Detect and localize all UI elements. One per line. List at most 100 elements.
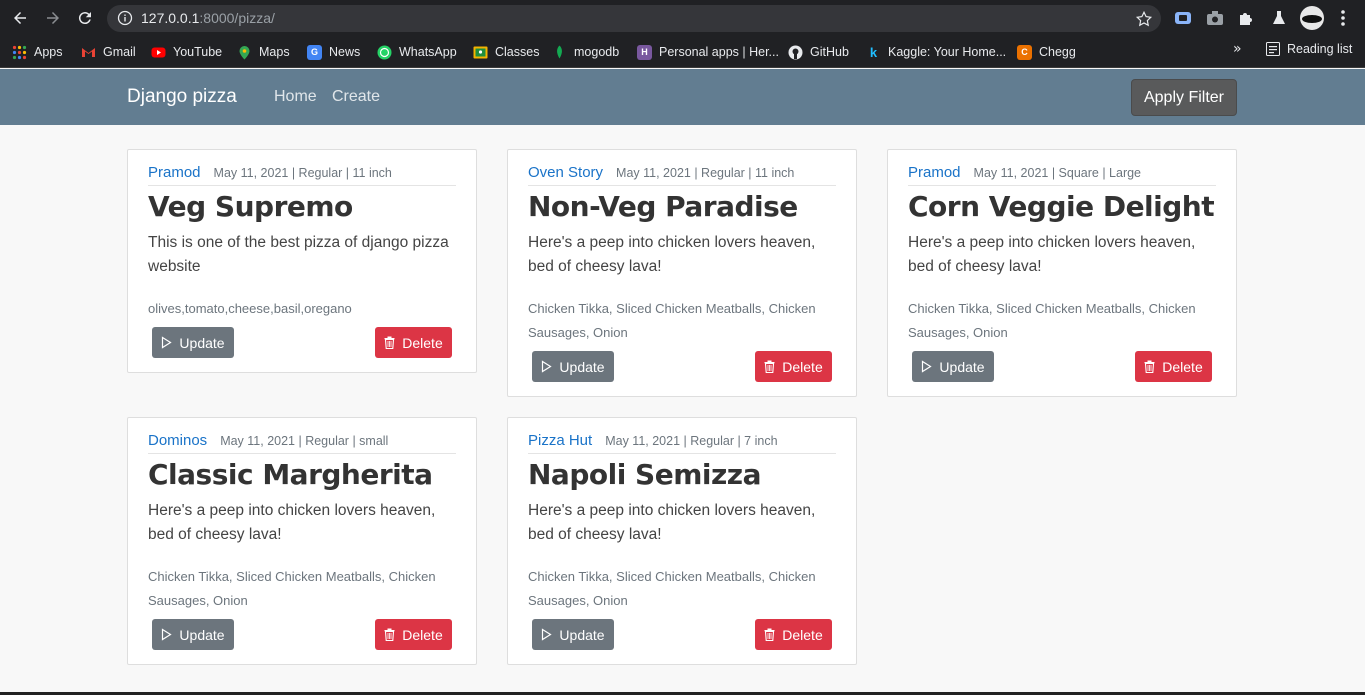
apps-grid-icon <box>12 45 27 59</box>
trash-icon <box>764 360 775 373</box>
bookmark-label: Kaggle: Your Home... <box>888 45 1007 59</box>
nav-link-home[interactable]: Home <box>274 88 317 106</box>
bookmark-chegg[interactable]: C Chegg <box>1017 42 1076 62</box>
screen-capture-extension-icon[interactable] <box>1173 8 1193 28</box>
delete-button[interactable]: Delete <box>755 619 832 650</box>
update-button-label: Update <box>559 626 605 643</box>
bookmark-label: Maps <box>259 45 290 59</box>
kaggle-icon: k <box>869 44 878 60</box>
update-button-label: Update <box>559 358 605 375</box>
url-path: :8000/pizza/ <box>199 10 275 26</box>
address-bar[interactable]: 127.0.0.1:8000/pizza/ <box>107 5 1161 32</box>
gmail-icon <box>82 47 95 57</box>
bookmark-youtube[interactable]: YouTube <box>151 42 222 62</box>
youtube-icon <box>151 47 166 57</box>
bookmark-maps[interactable]: Maps <box>237 42 290 62</box>
update-button[interactable]: Update <box>532 351 614 382</box>
card-toppings: Chicken Tikka, Sliced Chicken Meatballs,… <box>908 301 1196 340</box>
update-button[interactable]: Update <box>152 619 234 650</box>
bookmark-kaggle[interactable]: k Kaggle: Your Home... <box>866 42 1006 62</box>
card-author-link[interactable]: Dominos <box>148 432 207 449</box>
delete-button[interactable]: Delete <box>1135 351 1212 382</box>
card-author-link[interactable]: Pizza Hut <box>528 432 592 449</box>
pizza-card: Pramod May 11, 2021 | Regular | 11 inch … <box>127 149 477 373</box>
reading-list-label: Reading list <box>1287 42 1353 56</box>
bookmark-apps[interactable]: Apps <box>12 42 63 62</box>
card-description: Here's a peep into chicken lovers heaven… <box>908 234 1196 275</box>
card-title: Veg Supremo <box>148 190 353 223</box>
card-meta: Pizza Hut May 11, 2021 | Regular | 7 inc… <box>528 432 836 454</box>
play-icon <box>542 360 553 373</box>
card-author-link[interactable]: Pramod <box>148 164 201 181</box>
update-button[interactable]: Update <box>152 327 234 358</box>
delete-button-label: Delete <box>1162 358 1203 375</box>
delete-button[interactable]: Delete <box>375 327 452 358</box>
back-arrow-icon[interactable] <box>8 6 32 30</box>
extensions-puzzle-icon[interactable] <box>1237 8 1257 28</box>
card-description: Here's a peep into chicken lovers heaven… <box>148 502 436 543</box>
reload-icon[interactable] <box>73 6 97 30</box>
bookmark-label: Classes <box>495 45 540 59</box>
site-navbar: Django pizza Home Create Apply Filter <box>0 69 1365 125</box>
bookmark-whatsapp[interactable]: WhatsApp <box>377 42 457 62</box>
site-brand[interactable]: Django pizza <box>127 86 237 108</box>
trash-icon <box>384 336 395 349</box>
bookmark-news[interactable]: G News <box>307 42 360 62</box>
apply-filter-button[interactable]: Apply Filter <box>1131 79 1237 116</box>
card-toppings: Chicken Tikka, Sliced Chicken Meatballs,… <box>528 569 816 608</box>
menu-dots-icon[interactable] <box>1333 8 1353 28</box>
bookmark-personal-apps[interactable]: H Personal apps | Her... <box>637 42 779 62</box>
delete-button-label: Delete <box>402 334 443 351</box>
pizza-card: Pizza Hut May 11, 2021 | Regular | 7 inc… <box>507 417 857 665</box>
url-text: 127.0.0.1:8000/pizza/ <box>141 10 275 26</box>
trash-icon <box>384 628 395 641</box>
bookmark-mogodb[interactable]: mogodb <box>552 42 619 62</box>
bookmark-label: mogodb <box>574 45 620 59</box>
delete-button-label: Delete <box>402 626 443 643</box>
forward-arrow-icon[interactable] <box>41 6 65 30</box>
card-description: Here's a peep into chicken lovers heaven… <box>528 502 816 543</box>
reading-list-icon <box>1266 42 1280 56</box>
bookmark-label: Gmail <box>103 45 136 59</box>
delete-button[interactable]: Delete <box>755 351 832 382</box>
update-button[interactable]: Update <box>912 351 994 382</box>
bookmark-star-icon[interactable] <box>1135 10 1153 28</box>
heroku-icon: H <box>637 44 652 60</box>
bookmark-classes[interactable]: Classes <box>473 42 539 62</box>
card-meta: Oven Story May 11, 2021 | Regular | 11 i… <box>528 164 836 186</box>
delete-button-label: Delete <box>782 358 823 375</box>
mongodb-leaf-icon <box>557 45 562 58</box>
bookmark-label: WhatsApp <box>399 45 457 59</box>
site-info-icon[interactable] <box>117 10 133 26</box>
classroom-icon <box>473 46 488 58</box>
bookmarks-overflow-button[interactable]: » <box>1233 41 1242 57</box>
bookmark-label: Apps <box>34 45 63 59</box>
bookmark-github[interactable]: GitHub <box>788 42 849 62</box>
card-title: Classic Margherita <box>148 458 433 491</box>
profile-avatar[interactable] <box>1300 6 1324 30</box>
reading-list-button[interactable]: Reading list <box>1266 42 1352 56</box>
card-author-link[interactable]: Oven Story <box>528 164 603 181</box>
play-icon <box>922 360 933 373</box>
bookmark-gmail[interactable]: Gmail <box>81 42 136 62</box>
update-button[interactable]: Update <box>532 619 614 650</box>
bookmark-label: GitHub <box>810 45 849 59</box>
maps-pin-icon <box>239 45 250 59</box>
play-icon <box>162 628 173 641</box>
delete-button[interactable]: Delete <box>375 619 452 650</box>
play-icon <box>162 336 173 349</box>
card-author-link[interactable]: Pramod <box>908 164 961 181</box>
nav-link-create[interactable]: Create <box>332 88 380 106</box>
pizza-card: Dominos May 11, 2021 | Regular | small C… <box>127 417 477 665</box>
update-button-label: Update <box>179 334 225 351</box>
card-meta-text: May 11, 2021 | Regular | 7 inch <box>605 434 778 448</box>
card-toppings: olives,tomato,cheese,basil,oregano <box>148 301 352 316</box>
card-meta-text: May 11, 2021 | Square | Large <box>973 166 1142 180</box>
card-meta: Pramod May 11, 2021 | Square | Large <box>908 164 1216 186</box>
bookmark-label: Chegg <box>1039 45 1076 59</box>
card-meta-text: May 11, 2021 | Regular | small <box>220 434 389 448</box>
labs-flask-icon[interactable] <box>1269 8 1289 28</box>
pizza-card: Oven Story May 11, 2021 | Regular | 11 i… <box>507 149 857 397</box>
github-icon <box>788 45 803 59</box>
camera-extension-icon[interactable] <box>1205 8 1225 28</box>
